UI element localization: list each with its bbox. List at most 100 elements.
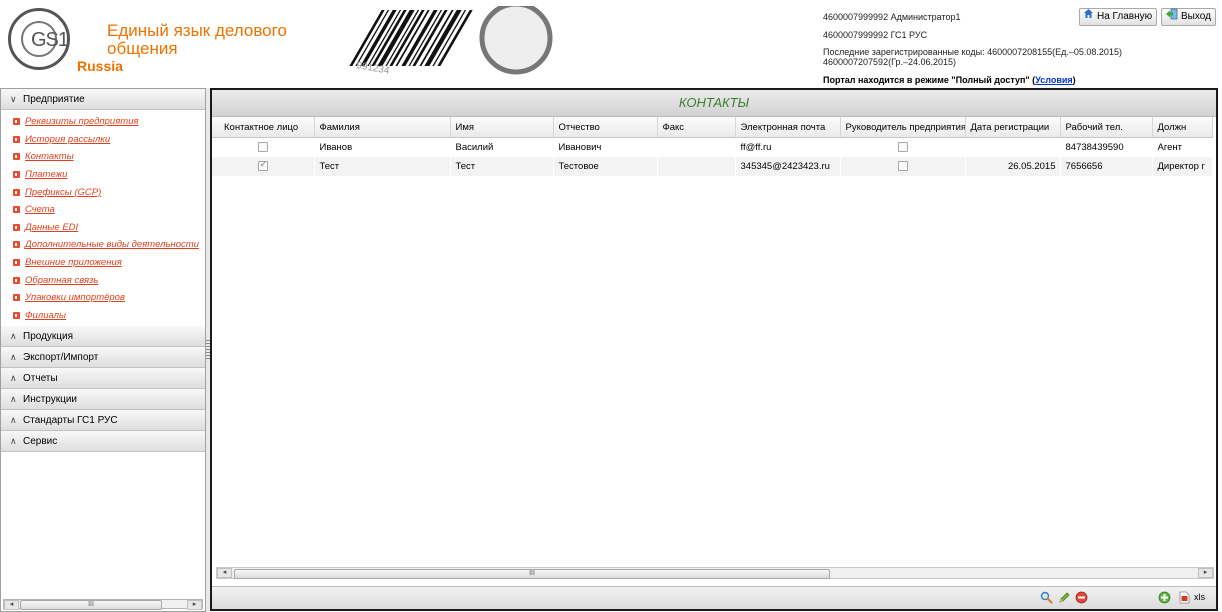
edit-icon[interactable] (1058, 591, 1071, 604)
panel-title: КОНТАКТЫ (212, 90, 1216, 117)
fax-cell (657, 138, 735, 158)
column-header[interactable]: Дата регистрации (965, 117, 1061, 138)
column-header[interactable]: Руководитель предприятия (840, 117, 966, 138)
first-name-cell: Тест (450, 157, 553, 176)
table-row[interactable]: Иванов Василий Иванович ff@ff.ru 8473843… (212, 138, 1212, 158)
registration-date-cell: 26.05.2015 (965, 157, 1060, 176)
sidebar-item-edi-data[interactable]: Данные EDI (1, 219, 205, 237)
export-xls-icon[interactable] (1178, 591, 1191, 604)
last-name-cell: Иванов (319, 142, 353, 153)
sidebar: ∨ Предприятие Реквизиты предприятия Исто… (0, 88, 206, 612)
logo-country: Russia (77, 58, 123, 74)
sidebar-horizontal-scrollbar[interactable]: ◂ III ▸ (3, 599, 203, 610)
sidebar-item-additional-activities[interactable]: Дополнительные виды деятельности (1, 236, 205, 254)
last-codes-line-2: 4600007207592(Гр.–24.06.2015) (823, 57, 956, 67)
contact-person-checkbox[interactable] (257, 142, 268, 153)
arrow-bullet-icon (13, 135, 20, 143)
user-info: 4600007999992 Администратор1 (823, 12, 961, 22)
sidebar-item-mailing-history[interactable]: История рассылки (1, 131, 205, 149)
table-header-row: Контактное лицо Фамилия Имя Отчество Фак… (212, 117, 1213, 138)
position-cell: Директор г (1152, 157, 1212, 176)
head-cell (840, 157, 965, 176)
scroll-right-icon[interactable]: ▸ (187, 600, 202, 610)
head-checkbox[interactable] (897, 161, 908, 172)
company-info: 4600007999992 ГС1 РУС (823, 30, 928, 40)
home-icon (1083, 8, 1094, 26)
arrow-bullet-icon (13, 206, 20, 214)
sidebar-item-external-apps[interactable]: Внешние приложения (1, 254, 205, 272)
chevron-up-icon: ∧ (10, 351, 17, 362)
exit-button[interactable]: Выход (1161, 8, 1216, 26)
sidebar-item-prefixes[interactable]: Префиксы (GCP) (1, 183, 205, 201)
middle-name-cell: Иванович (558, 142, 602, 153)
scroll-right-icon[interactable]: ▸ (1198, 568, 1213, 578)
barcode-magnifier-image: 991234 (346, 6, 586, 76)
column-header[interactable]: Должн (1152, 117, 1213, 138)
sidebar-section-export-import[interactable]: ∧ Экспорт/Импорт (1, 347, 205, 369)
search-icon[interactable] (1040, 591, 1053, 604)
logo-text: GS1 (31, 29, 69, 51)
contact-person-cell (212, 138, 314, 158)
sidebar-section-reports[interactable]: ∧ Отчеты (1, 368, 205, 390)
delete-icon[interactable] (1075, 591, 1088, 604)
middle-name-cell: Тестовое (553, 157, 657, 176)
chevron-up-icon: ∧ (10, 372, 17, 383)
export-xls-label[interactable]: xls (1194, 592, 1205, 602)
gs1-logo[interactable]: GS1 (8, 8, 70, 70)
page-header: GS1 Russia Единый язык делового общения (0, 0, 1222, 86)
chevron-down-icon: ∨ (10, 93, 17, 104)
scroll-left-icon[interactable]: ◂ (217, 568, 232, 578)
conditions-link[interactable]: Условия (1035, 75, 1072, 85)
grid-scroll-thumb[interactable]: III (234, 569, 830, 579)
column-header[interactable]: Факс (657, 117, 736, 138)
chevron-up-icon: ∧ (10, 435, 17, 446)
arrow-bullet-icon (13, 259, 20, 267)
arrow-bullet-icon (13, 153, 20, 161)
column-header[interactable]: Электронная почта (735, 117, 841, 138)
column-header[interactable]: Отчество (553, 117, 658, 138)
position-cell: Агент (1157, 142, 1182, 153)
column-header[interactable]: Рабочий тел. (1060, 117, 1153, 138)
sidebar-section-service[interactable]: ∧ Сервис (1, 431, 205, 453)
sidebar-item-requisites[interactable]: Реквизиты предприятия (1, 113, 205, 131)
arrow-bullet-icon (13, 241, 20, 249)
portal-mode-text: Портал находится в режиме "Полный доступ… (823, 75, 1076, 85)
sidebar-scroll-thumb[interactable]: III (20, 600, 162, 610)
arrow-bullet-icon (13, 171, 20, 179)
scroll-left-icon[interactable]: ◂ (4, 600, 19, 610)
sidebar-section-enterprise-items: Реквизиты предприятия История рассылки К… (1, 110, 205, 326)
sidebar-section-standards[interactable]: ∧ Стандарты ГС1 РУС (1, 410, 205, 432)
fax-cell (657, 157, 735, 176)
arrow-bullet-icon (13, 311, 20, 319)
head-cell (840, 138, 965, 158)
home-button[interactable]: На Главную (1079, 8, 1158, 26)
sidebar-item-feedback[interactable]: Обратная связь (1, 271, 205, 289)
sidebar-section-products[interactable]: ∧ Продукция (1, 326, 205, 348)
work-phone-cell: 7656656 (1060, 157, 1152, 176)
sidebar-section-enterprise[interactable]: ∨ Предприятие (1, 89, 205, 110)
sidebar-item-contacts[interactable]: Контакты (1, 148, 205, 166)
sidebar-item-importer-packages[interactable]: Упаковки импортёров (1, 289, 205, 307)
sidebar-item-invoices[interactable]: Счета (1, 201, 205, 219)
sidebar-item-payments[interactable]: Платежи (1, 166, 205, 184)
email-cell: ff@ff.ru (740, 142, 772, 153)
head-checkbox[interactable] (897, 142, 908, 153)
contacts-table: Контактное лицо Фамилия Имя Отчество Фак… (212, 117, 1213, 176)
last-name-cell: Тест (314, 157, 450, 176)
column-header[interactable]: Контактное лицо (212, 117, 315, 138)
column-header[interactable]: Фамилия (314, 117, 451, 138)
contact-person-checkbox[interactable] (257, 159, 268, 172)
column-header[interactable]: Имя (450, 117, 554, 138)
email-cell: 345345@2423423.ru (735, 157, 840, 176)
sidebar-section-instructions[interactable]: ∧ Инструкции (1, 389, 205, 411)
chevron-up-icon: ∧ (10, 393, 17, 404)
sidebar-item-branches[interactable]: Филиалы (1, 307, 205, 325)
grid-horizontal-scrollbar[interactable]: ◂ III ▸ (216, 567, 1214, 579)
contact-person-cell (212, 157, 314, 176)
add-icon[interactable] (1158, 591, 1171, 604)
table-row[interactable]: Тест Тест Тестовое 345345@2423423.ru 26.… (212, 157, 1212, 176)
exit-icon (1165, 8, 1178, 27)
arrow-bullet-icon (13, 223, 20, 231)
arrow-bullet-icon (13, 276, 20, 284)
first-name-cell: Василий (455, 142, 494, 153)
